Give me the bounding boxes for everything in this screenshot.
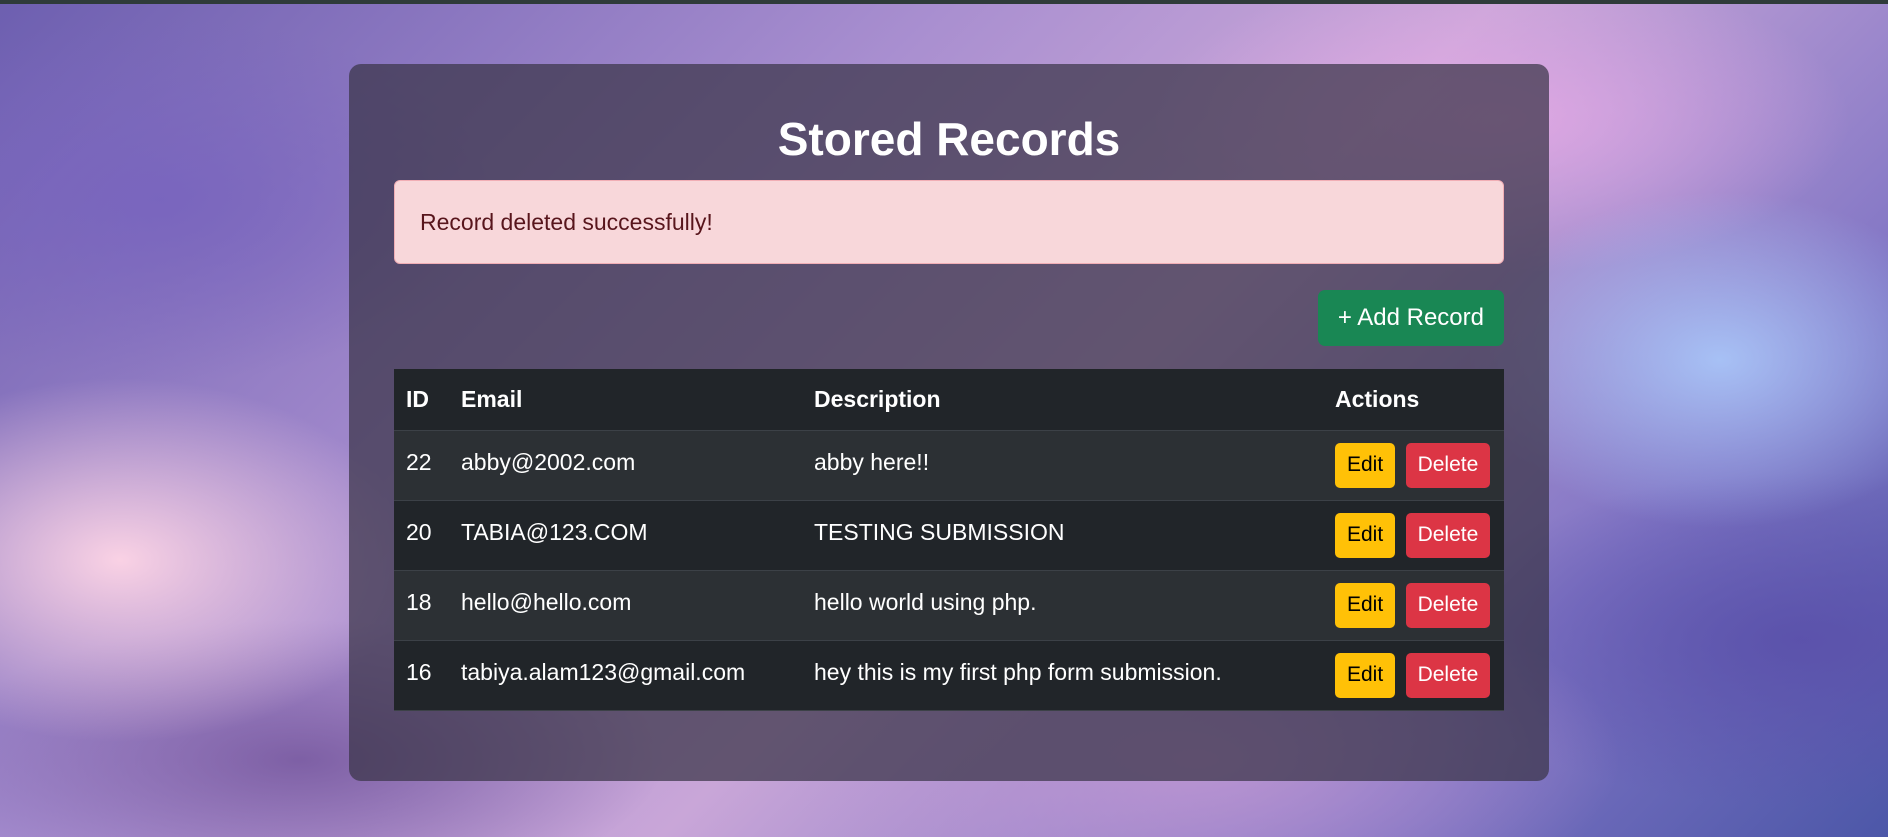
header-email: Email	[449, 369, 802, 431]
table-row: 20 TABIA@123.COM TESTING SUBMISSION Edit…	[394, 500, 1504, 570]
records-panel: Stored Records Record deleted successful…	[349, 64, 1549, 781]
cell-description: hey this is my first php form submission…	[814, 658, 1222, 685]
cell-description: TESTING SUBMISSION	[814, 518, 1065, 545]
cell-actions: Edit Delete	[1323, 500, 1504, 570]
cell-email: abby@2002.com	[461, 448, 636, 475]
table-body: 22 abby@2002.com abby here!! Edit Delete…	[394, 430, 1504, 710]
edit-button[interactable]: Edit	[1335, 652, 1396, 698]
cell-description: abby here!!	[814, 448, 930, 475]
alert-message: Record deleted successfully!	[420, 208, 713, 235]
add-record-button[interactable]: + Add Record	[1317, 290, 1504, 346]
table-row: 18 hello@hello.com hello world using php…	[394, 570, 1504, 640]
cell-actions: Edit Delete	[1323, 640, 1504, 710]
delete-button[interactable]: Delete	[1405, 652, 1491, 698]
records-table-container: ID Email Description Actions 22 abby@200…	[394, 369, 1504, 711]
table-row: 16 tabiya.alam123@gmail.com hey this is …	[394, 640, 1504, 710]
edit-button[interactable]: Edit	[1335, 512, 1396, 558]
delete-button[interactable]: Delete	[1405, 512, 1491, 558]
records-table: ID Email Description Actions 22 abby@200…	[394, 369, 1504, 711]
cell-email: TABIA@123.COM	[461, 518, 648, 545]
cell-actions: Edit Delete	[1323, 430, 1504, 500]
success-alert: Record deleted successfully!	[394, 180, 1504, 264]
table-header-row: ID Email Description Actions	[394, 369, 1504, 431]
edit-button[interactable]: Edit	[1335, 442, 1396, 488]
page-title: Stored Records	[777, 113, 1121, 165]
header-description: Description	[802, 369, 1323, 431]
cell-email: hello@hello.com	[461, 588, 632, 615]
delete-button[interactable]: Delete	[1405, 582, 1491, 628]
window-top-bar	[0, 0, 1888, 4]
cell-actions: Edit Delete	[1323, 570, 1504, 640]
cell-id: 22	[406, 448, 432, 475]
cell-email: tabiya.alam123@gmail.com	[461, 658, 746, 685]
table-row: 22 abby@2002.com abby here!! Edit Delete	[394, 430, 1504, 500]
delete-button[interactable]: Delete	[1405, 442, 1491, 488]
cell-id: 16	[406, 658, 432, 685]
cell-id: 18	[406, 588, 432, 615]
cell-id: 20	[406, 518, 432, 545]
edit-button[interactable]: Edit	[1335, 582, 1396, 628]
cell-description: hello world using php.	[814, 588, 1037, 615]
table-header: ID Email Description Actions	[394, 369, 1504, 431]
header-id: ID	[394, 369, 449, 431]
header-actions: Actions	[1323, 369, 1504, 431]
